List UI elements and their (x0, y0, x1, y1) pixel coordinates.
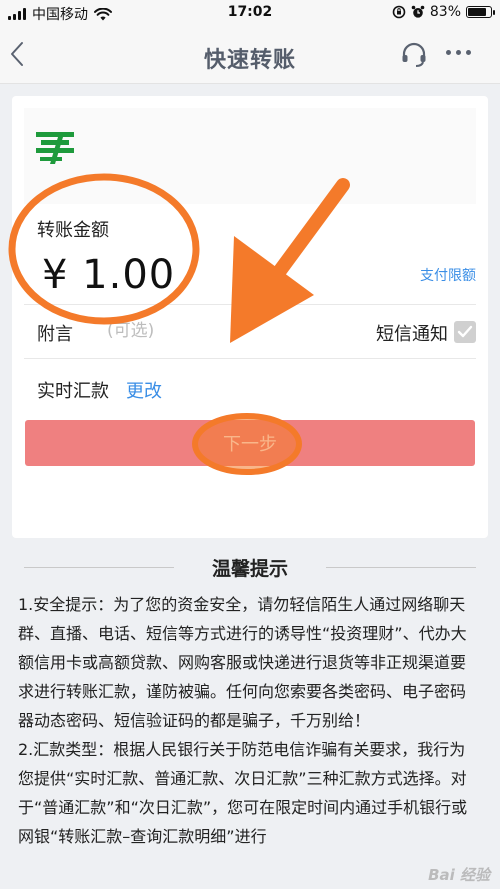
more-menu-button[interactable] (446, 50, 472, 58)
orientation-lock-icon (392, 5, 406, 19)
battery-percent: 83% (429, 4, 461, 20)
next-step-button[interactable]: 下一步 (25, 420, 475, 466)
more-dot-icon (456, 50, 461, 55)
tips-divider-right (326, 567, 476, 568)
transfer-card: 转账金额 ¥ 1.00 支付限额 附言 短信通知 实时汇款 更改 下一步 (12, 96, 488, 538)
status-right: 83% (392, 4, 495, 20)
tip-item: 2.汇款类型：根据人民银行关于防范电信诈骗有关要求，我行为您提供“实时汇款、普通… (18, 740, 468, 846)
amount-value: ¥ 1.00 (42, 252, 176, 298)
watermark: Bai 经验 (428, 866, 490, 884)
divider (24, 358, 476, 359)
divider (24, 304, 476, 305)
amount-label: 转账金额 (37, 220, 109, 241)
nav-bar: 快速转账 (0, 26, 500, 84)
postal-bank-logo-icon (36, 132, 74, 164)
battery-icon (466, 6, 495, 18)
sms-notify-label: 短信通知 (376, 324, 448, 345)
checkmark-icon (457, 325, 473, 338)
sms-notify-checkbox[interactable] (454, 321, 476, 343)
more-dot-icon (466, 50, 471, 55)
remark-label: 附言 (37, 324, 73, 345)
tips-header: 温馨提示 (12, 552, 488, 582)
more-dot-icon (446, 50, 451, 55)
headset-icon (402, 42, 426, 67)
pay-limit-link[interactable]: 支付限额 (420, 265, 476, 285)
customer-service-button[interactable] (400, 41, 428, 69)
alarm-icon (411, 5, 425, 18)
remark-input[interactable] (107, 316, 327, 346)
payee-bank-banner (24, 108, 476, 204)
tips-body: 1.安全提示：为了您的资金安全，请勿轻信陌生人通过网络聊天群、直播、电话、短信等… (18, 590, 480, 851)
remit-change-link[interactable]: 更改 (126, 377, 162, 403)
tip-item: 1.安全提示：为了您的资金安全，请勿轻信陌生人通过网络聊天群、直播、电话、短信等… (18, 595, 467, 730)
status-bar: 中国移动 17:02 83% (0, 0, 500, 26)
remit-type-label: 实时汇款 (37, 381, 109, 402)
